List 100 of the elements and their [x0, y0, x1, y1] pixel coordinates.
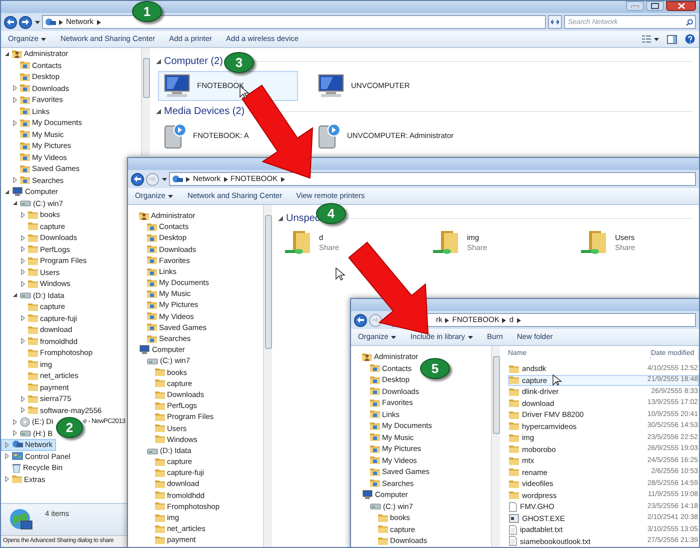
back-arrow-icon: [134, 176, 141, 182]
folder-icon: [28, 222, 38, 230]
preview-pane-icon: [667, 34, 677, 44]
collapse-arrow-icon: [156, 58, 161, 64]
folder-icon: [155, 524, 165, 533]
folder-icon: [155, 536, 165, 544]
folder-icon: [28, 245, 38, 254]
user-folder-icon: [12, 49, 22, 58]
library-folder-icon: [147, 256, 157, 264]
library-folder-icon: [147, 245, 157, 254]
forward-button[interactable]: [19, 16, 32, 28]
chevron-icon: [186, 176, 190, 182]
folder-icon: [155, 480, 165, 488]
scrollbar[interactable]: [141, 48, 150, 156]
library-folder-icon: [370, 364, 380, 372]
folder-icon: [28, 372, 38, 380]
folder-icon: [155, 491, 165, 500]
scrollbar-thumb[interactable]: [142, 58, 150, 98]
chevron-icon: [516, 318, 521, 322]
folder-icon: [155, 458, 165, 466]
library-folder-icon: [20, 130, 30, 138]
network-icon: [12, 440, 23, 450]
folder-icon: [509, 491, 519, 500]
folder-icon: [509, 456, 519, 465]
folder-icon: [155, 412, 165, 421]
back-arrow-icon: [357, 317, 364, 323]
minimize-icon: [631, 4, 639, 8]
back-button[interactable]: [4, 16, 17, 28]
scrollbar-thumb[interactable]: [264, 215, 272, 349]
library-folder-icon: [370, 456, 380, 464]
folder-icon: [155, 390, 165, 399]
help-button[interactable]: [685, 32, 695, 46]
control-panel-icon: [12, 452, 23, 461]
caret-icon: [41, 38, 46, 40]
library-folder-icon: [370, 422, 380, 430]
cursor-icon: [552, 374, 562, 386]
library-folder-icon: [20, 61, 30, 70]
folder-icon: [28, 256, 38, 265]
library-folder-icon: [20, 153, 30, 162]
back-arrow-icon: [7, 19, 14, 25]
caret-icon: [168, 194, 174, 198]
folder-icon: [28, 210, 38, 219]
caret-icon: [34, 20, 40, 24]
maximize-button[interactable]: [646, 1, 664, 11]
folder-icon: [155, 468, 165, 477]
drive-icon: [147, 357, 158, 366]
forward-arrow-icon: [149, 176, 156, 182]
refresh-button[interactable]: [548, 15, 562, 29]
back-button[interactable]: [354, 314, 367, 326]
folder-icon: [155, 402, 165, 410]
library-folder-icon: [147, 301, 157, 310]
folder-icon: [155, 435, 165, 444]
library-folder-icon: [370, 398, 380, 407]
collapse-arrow-icon: [278, 216, 283, 220]
chevron-icon: [224, 176, 228, 182]
computer-icon: [12, 187, 23, 196]
library-folder-icon: [20, 142, 30, 150]
recycle-bin-icon: [12, 462, 21, 473]
disc-icon: [20, 416, 30, 427]
group-heading: Unspec: [286, 212, 320, 226]
scrollbar-thumb[interactable]: [492, 356, 500, 434]
library-folder-icon: [147, 234, 157, 242]
forward-arrow-icon: [372, 317, 379, 323]
library-folder-icon: [20, 107, 30, 116]
folder-icon: [509, 388, 519, 396]
folder-icon: [28, 360, 38, 368]
folder-icon: [28, 302, 38, 311]
library-folder-icon: [370, 410, 380, 418]
library-folder-icon: [147, 290, 157, 298]
folder-icon: [28, 337, 38, 346]
close-icon: [678, 3, 684, 9]
chevron-icon: [502, 318, 506, 322]
folder-icon: [28, 314, 38, 322]
close-button[interactable]: [666, 1, 696, 11]
folder-icon: [378, 536, 388, 545]
library-folder-icon: [147, 323, 157, 332]
forward-button[interactable]: [369, 314, 382, 326]
library-folder-icon: [147, 278, 157, 287]
folder-icon: [509, 376, 519, 384]
drive-icon: [147, 446, 158, 455]
scrollbar[interactable]: [491, 346, 500, 547]
library-folder-icon: [370, 468, 380, 476]
library-folder-icon: [370, 376, 380, 384]
library-folder-icon: [147, 334, 157, 343]
search-icon: [686, 18, 693, 26]
network-icon: [172, 174, 183, 184]
folder-icon: [509, 364, 519, 373]
file-icon: [509, 502, 517, 512]
maximize-icon: [651, 3, 659, 9]
program-icon: [509, 514, 519, 523]
scrollbar[interactable]: [263, 205, 272, 547]
folder-icon: [28, 383, 38, 392]
drive-icon: [20, 429, 31, 438]
library-folder-icon: [20, 84, 30, 92]
library-folder-icon: [20, 176, 30, 184]
preview-pane-button[interactable]: [667, 32, 677, 46]
back-button[interactable]: [131, 172, 144, 186]
library-folder-icon: [147, 268, 157, 276]
minimize-button[interactable]: [626, 1, 644, 11]
computer-icon: [139, 345, 150, 354]
